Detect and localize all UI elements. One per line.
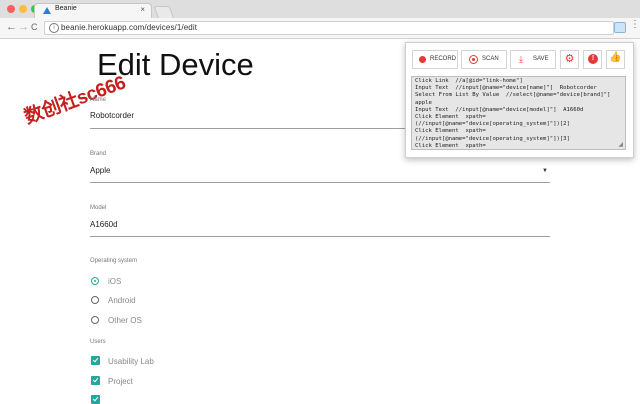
users-option-label[interactable]: Project [108, 377, 133, 386]
recorded-script-text[interactable]: Click Link //a[@id="link-home"] Input Te… [415, 78, 622, 149]
address-url[interactable]: beanie.herokuapp.com/devices/1/edit [61, 23, 197, 32]
browser-tab[interactable]: Beanie × [34, 3, 152, 18]
browser-menu-icon[interactable]: ⋮ [630, 19, 640, 30]
save-button[interactable]: ⤓ SAVE [510, 50, 556, 69]
os-option-label[interactable]: iOS [108, 277, 121, 286]
browser-toolbar: ← → C i beanie.herokuapp.com/devices/1/e… [0, 18, 640, 39]
os-radio-other[interactable] [91, 316, 99, 324]
os-radio-android[interactable] [91, 296, 99, 304]
record-dot-icon [419, 56, 426, 63]
beanie-favicon-icon [43, 7, 51, 14]
resize-handle-icon[interactable]: ◢ [618, 141, 623, 148]
os-option-label[interactable]: Android [108, 296, 136, 305]
recorded-script-textarea[interactable]: Click Link //a[@id="link-home"] Input Te… [411, 76, 626, 150]
back-arrow-icon[interactable]: ← [6, 21, 17, 33]
like-button[interactable]: 👍 [606, 50, 625, 69]
reload-icon[interactable]: C [31, 22, 38, 32]
users-checkbox-usability-lab[interactable] [91, 356, 100, 365]
thumbs-up-icon: 👍 [609, 52, 622, 63]
brand-label: Brand [90, 151, 107, 157]
scan-button[interactable]: SCAN [461, 50, 507, 69]
page-info-icon[interactable]: i [49, 23, 59, 33]
users-option-label[interactable]: Usability Lab [108, 357, 154, 366]
brand-select[interactable]: Apple [90, 166, 110, 175]
name-field[interactable]: Robotcorder [90, 111, 134, 120]
tab-close-icon[interactable]: × [140, 5, 145, 14]
save-button-label: SAVE [533, 56, 549, 62]
forward-arrow-icon[interactable]: → [18, 21, 29, 33]
model-field-underline [90, 236, 550, 237]
gear-icon: ⚙ [564, 53, 575, 65]
alert-button[interactable]: ! [583, 50, 602, 69]
download-icon: ⤓ [519, 54, 523, 64]
os-radio-ios[interactable] [91, 277, 99, 285]
address-bar[interactable]: i beanie.herokuapp.com/devices/1/edit ☆ [44, 21, 614, 35]
settings-button[interactable]: ⚙ [560, 50, 579, 69]
model-field[interactable]: A1660d [90, 220, 118, 229]
scan-button-label: SCAN [482, 56, 499, 62]
watermark: 数创社sc666 [21, 72, 129, 129]
tab-title: Beanie [55, 5, 77, 12]
record-button-label: RECORD [430, 56, 457, 62]
dropdown-caret-icon[interactable]: ▼ [542, 168, 548, 174]
os-label: Operating system [90, 258, 138, 264]
users-checkbox-project[interactable] [91, 376, 100, 385]
brand-select-underline [90, 182, 550, 183]
alert-icon: ! [588, 54, 598, 64]
recorder-popup: RECORD SCAN ⤓ SAVE ⚙ ! 👍 Click Link //a[… [405, 42, 634, 158]
robotcorder-extension-icon[interactable] [614, 22, 626, 33]
browser-titlebar: Beanie × [0, 0, 640, 19]
name-label: Name [90, 97, 107, 103]
minimize-window-icon[interactable] [19, 5, 27, 13]
users-label: Users [90, 339, 106, 345]
model-label: Model [90, 205, 107, 211]
record-button[interactable]: RECORD [412, 50, 458, 69]
scan-target-icon [469, 55, 478, 64]
close-window-icon[interactable] [7, 5, 15, 13]
os-option-label[interactable]: Other OS [108, 316, 142, 325]
